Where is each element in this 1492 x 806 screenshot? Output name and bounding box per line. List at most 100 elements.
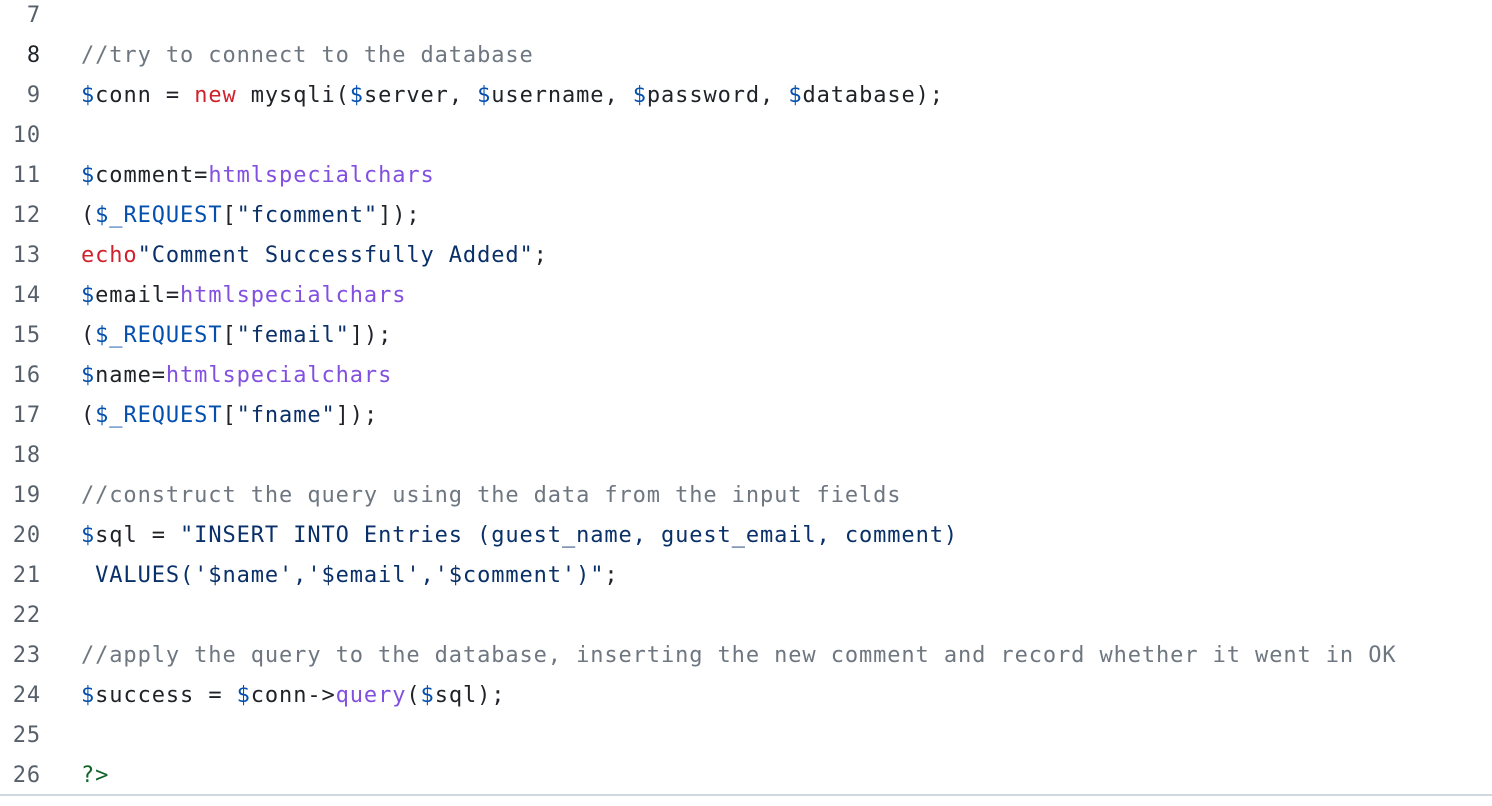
code-line: 22 (0, 595, 1492, 635)
code-token: comment= (95, 162, 209, 188)
line-content: ($_REQUEST["femail"]); (81, 323, 392, 348)
line-number[interactable]: 22 (0, 603, 41, 628)
line-number[interactable]: 9 (0, 83, 41, 108)
line-number[interactable]: 14 (0, 283, 41, 308)
code-token: server, (363, 82, 478, 108)
line-number[interactable]: 24 (0, 683, 41, 708)
code-token: $ (420, 682, 435, 708)
code-line: 17 ($_REQUEST["fname"]); (0, 395, 1492, 435)
line-content: echo"Comment Successfully Added"; (81, 243, 548, 268)
code-token: $ (81, 282, 96, 308)
line-number[interactable]: 8 (0, 43, 41, 68)
code-line: 19 //construct the query using the data f… (0, 475, 1492, 515)
line-number[interactable]: 18 (0, 443, 41, 468)
line-number[interactable]: 20 (0, 523, 41, 548)
code-line: 7 (0, 0, 1492, 35)
code-token: query (335, 682, 407, 708)
code-token: ( (406, 682, 421, 708)
line-content: //construct the query using the data fro… (81, 483, 901, 508)
line-content: VALUES('$name','$email','$comment')"; (81, 563, 619, 588)
code-line: 13 echo"Comment Successfully Added"; (0, 235, 1492, 275)
line-number[interactable]: 25 (0, 723, 41, 748)
code-token: htmlspecialchars (180, 282, 407, 308)
line-number[interactable]: 19 (0, 483, 41, 508)
line-content: //try to connect to the database (81, 43, 534, 68)
code-token: database); (802, 82, 944, 108)
code-token: password, (646, 82, 789, 108)
line-number[interactable]: 15 (0, 323, 41, 348)
code-token: "femail" (236, 322, 350, 348)
code-token: ( (81, 322, 96, 348)
code-token: [ (222, 402, 237, 428)
code-line: 20 $sql = "INSERT INTO Entries (guest_nam… (0, 515, 1492, 555)
line-content: ($_REQUEST["fcomment"]); (81, 203, 421, 228)
code-line: 9 $conn = new mysqli($server, $username, … (0, 75, 1492, 115)
line-number[interactable]: 11 (0, 163, 41, 188)
line-content: $comment=htmlspecialchars (81, 163, 435, 188)
code-line: 16 $name=htmlspecialchars (0, 355, 1492, 395)
line-number[interactable]: 12 (0, 203, 41, 228)
code-token: "fcomment" (236, 202, 379, 228)
code-token: [ (222, 202, 237, 228)
code-token: mysqli( (236, 82, 350, 108)
code-token: VALUES('$name','$email','$comment')" (81, 562, 605, 588)
line-content: $success = $conn->query($sql); (81, 683, 505, 708)
line-number[interactable]: 10 (0, 123, 41, 148)
code-token: "fname" (236, 402, 336, 428)
code-token: sql = (95, 522, 181, 548)
line-number[interactable]: 16 (0, 363, 41, 388)
line-number[interactable]: 26 (0, 763, 41, 788)
code-token: "Comment Successfully Added" (137, 242, 534, 268)
code-token: ( (81, 202, 96, 228)
code-token: email= (95, 282, 181, 308)
code-token: //try to connect to the database (81, 42, 534, 68)
code-line: 26 ?> (0, 755, 1492, 795)
code-token: ; (604, 562, 619, 588)
line-content: ?> (81, 763, 109, 788)
code-line: 8 //try to connect to the database (0, 35, 1492, 75)
code-token: //construct the query using the data fro… (81, 482, 902, 508)
code-token: [ (222, 322, 237, 348)
code-token: ; (533, 242, 548, 268)
line-number[interactable]: 17 (0, 403, 41, 428)
code-token: conn = (95, 82, 195, 108)
code-line: 23 //apply the query to the database, ins… (0, 635, 1492, 675)
line-number[interactable]: 21 (0, 563, 41, 588)
code-token: $_REQUEST (95, 202, 223, 228)
code-token: username, (491, 82, 633, 108)
code-token: ]); (349, 322, 393, 348)
code-token: new (194, 82, 237, 108)
code-line: 18 (0, 435, 1492, 475)
code-token: $_REQUEST (95, 322, 223, 348)
code-line: 12 ($_REQUEST["fcomment"]); (0, 195, 1492, 235)
line-number[interactable]: 23 (0, 643, 41, 668)
code-line: 11 $comment=htmlspecialchars (0, 155, 1492, 195)
code-token: $ (632, 82, 647, 108)
code-token: $ (81, 82, 96, 108)
code-token: htmlspecialchars (165, 362, 393, 388)
line-content: //apply the query to the database, inser… (81, 643, 1397, 668)
code-line: 21 VALUES('$name','$email','$comment')"; (0, 555, 1492, 595)
code-token: ?> (81, 762, 110, 788)
line-number[interactable]: 7 (0, 3, 41, 28)
code-token: conn-> (250, 682, 336, 708)
code-token: echo (81, 242, 138, 268)
line-content: $conn = new mysqli($server, $username, $… (81, 83, 944, 108)
code-line: 15 ($_REQUEST["femail"]); (0, 315, 1492, 355)
code-token: $ (349, 82, 364, 108)
line-content: ($_REQUEST["fname"]); (81, 403, 378, 428)
code-line: 24 $success = $conn->query($sql); (0, 675, 1492, 715)
code-token: $_REQUEST (95, 402, 223, 428)
line-content: $name=htmlspecialchars (81, 363, 392, 388)
code-token: $ (81, 682, 96, 708)
code-token: $ (788, 82, 803, 108)
code-token: $ (236, 682, 251, 708)
code-token: htmlspecialchars (208, 162, 435, 188)
line-content: $email=htmlspecialchars (81, 283, 406, 308)
code-line: 10 (0, 115, 1492, 155)
line-number[interactable]: 13 (0, 243, 41, 268)
code-token: ( (81, 402, 96, 428)
code-token: sql); (434, 682, 506, 708)
code-token: $ (477, 82, 492, 108)
code-token: ]); (378, 202, 421, 228)
